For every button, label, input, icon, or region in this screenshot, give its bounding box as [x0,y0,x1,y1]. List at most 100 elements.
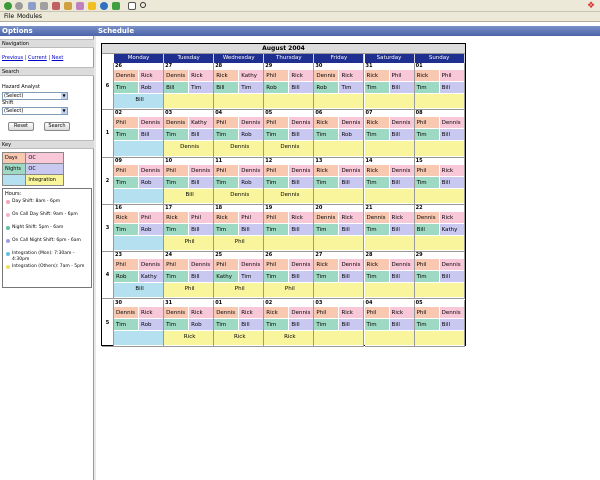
calendar-day-cell[interactable]: 21 Dennis Rick Tim Bill [364,204,415,253]
on-call-night-name: Rob [239,129,264,142]
day-shift-name: Phil [264,70,290,82]
calendar-day-cell[interactable]: 09 Phil Dennis Tim Rob [114,157,165,205]
calendar-day-cell[interactable]: 26 Phil Dennis Tim Bill Phil [264,252,315,300]
next-link[interactable]: Next [52,55,64,61]
calendar-day-cell[interactable]: 23 Phil Dennis Rob Kathy Bill [114,252,165,300]
night-shift-name: Tim [314,271,340,284]
calendar-day-cell[interactable]: 19 Phil Rick Tim Bill [264,204,315,253]
calendar-day-cell[interactable]: 15 Phil Rick Tim Bill [414,157,465,205]
on-call-day-name: Dennis [439,117,464,130]
calendar-day-cell[interactable]: 28 Rick Dennis Tim Bill [364,252,415,300]
pane-splitter[interactable] [94,36,96,480]
shift-select[interactable]: (Select) ▼ [2,107,68,115]
calendar-day-cell[interactable]: 24 Phil Dennis Tim Bill Phil [164,252,215,300]
calendar-day-cell[interactable]: 17 Rick Phil Tim Bill Phil [164,204,215,253]
calendar-day-cell[interactable]: 05 Phil Dennis Tim Bill Dennis [264,110,315,158]
calendar-day-cell[interactable]: 31 Dennis Rick Tim Rob Rick [164,299,215,347]
calendar-day-cell[interactable]: 02 Rick Dennis Tim Bill Rick [264,299,315,347]
night-shift-name: Tim [414,129,440,142]
day-number: 01 [415,63,423,69]
calendar-day-cell[interactable]: 01 Dennis Rick Tim Bill Rick [214,299,265,347]
on-call-day-name: Rick [439,211,464,224]
previous-link[interactable]: Previous [2,55,23,61]
integration-name [364,141,414,157]
calendar-day-cell[interactable]: 27 Rick Dennis Tim Bill [314,252,365,300]
print-icon[interactable] [40,2,48,10]
menu-file[interactable]: File [4,13,14,21]
calendar-day-cell[interactable]: 10 Phil Dennis Tim Bill Bill [164,157,215,205]
calendar-day-cell[interactable]: 02 Phil Dennis Tim Bill [114,110,165,158]
calendar-day-cell[interactable]: 04 Phil Rick Tim Bill [364,299,415,347]
on-call-day-name: Rick [339,211,364,224]
reset-button[interactable]: Reset [8,122,34,131]
window-icon[interactable] [128,2,136,10]
calendar-day-cell[interactable]: 14 Rick Dennis Tim Bill [364,157,415,205]
calendar-day-cell[interactable]: 06 Rick Dennis Tim Rob [314,110,365,158]
calendar-day-cell[interactable]: 04 Phil Dennis Tim Rob Dennis [214,110,265,158]
refresh-icon[interactable] [28,2,36,10]
calendar-day-cell[interactable]: 16 Rick Phil Tim Rob [114,204,165,253]
hours-item: On Call Night Shift: 6pm - 6am [5,238,89,251]
hazard-analyst-select[interactable]: (Select) ▼ [2,92,68,100]
day-number: 30 [315,63,323,69]
calendar-day-cell[interactable]: 07 Rick Dennis Tim Bill [364,110,415,158]
night-shift-name: Tim [264,223,290,236]
integration-name [164,94,214,110]
current-link[interactable]: Current [28,55,47,61]
calendar-day-cell[interactable]: 11 Phil Dennis Tim Rob Dennis [214,157,265,205]
integration-name [314,94,364,110]
day-shift-name: Rick [164,211,190,224]
calendar-day-cell[interactable]: 13 Rick Dennis Tim Bill [314,157,365,205]
search-icon[interactable] [140,2,146,8]
calendar-day-cell[interactable]: 20 Dennis Rick Tim Bill [314,204,365,253]
night-shift-name: Tim [164,176,190,189]
settings-icon[interactable] [64,2,72,10]
on-call-night-name: Bill [189,223,214,236]
star-icon[interactable] [88,2,96,10]
calendar-day-cell[interactable]: 31 Rick Phil Tim Bill [364,63,415,111]
on-call-night-name: Kathy [139,271,164,284]
calendar-day-cell[interactable]: 25 Phil Dennis Kathy Tim Phil [214,252,265,300]
calendar-day-cell[interactable]: 28 Rick Kathy Bill Tim [214,63,265,111]
calendar-day-cell[interactable]: 03 Dennis Kathy Tim Bill Dennis [164,110,215,158]
on-call-night-name: Bill [289,223,314,236]
key-nights-label: Nights [1,163,27,175]
day-number: 13 [315,157,323,164]
calendar-day-cell[interactable]: 30 Dennis Rick Rob Tim [314,63,365,111]
on-call-day-name: Dennis [189,164,214,177]
on-call-day-name: Dennis [239,164,264,177]
integration-name [414,235,464,252]
calendar-day-cell[interactable]: 29 Phil Dennis Tim Bill [414,252,465,300]
calendar-day-cell[interactable]: 08 Phil Dennis Tim Bill [414,110,465,158]
calendar-day-cell[interactable]: 27 Dennis Rick Bill Tim [164,63,215,111]
chart-icon[interactable] [52,2,60,10]
calendar-day-cell[interactable]: 03 Phil Rick Tim Bill [314,299,365,347]
integration-name: Dennis [264,188,314,204]
night-shift-name: Tim [214,176,240,189]
calendar-day-cell[interactable]: 30 Dennis Rick Tim Rob [114,299,165,347]
calendar-day-cell[interactable]: 22 Dennis Rick Bill Kathy [414,204,465,253]
calendar-day-cell[interactable]: 05 Phil Dennis Tim Bill [414,299,465,347]
shift-value: (Select) [4,108,24,114]
back-icon[interactable] [4,2,12,10]
day-header: Friday [314,54,365,63]
day-header: Saturday [364,54,415,63]
day-shift-name: Rick [214,70,240,82]
forward-icon[interactable] [15,2,23,10]
on-call-day-name: Dennis [289,306,314,319]
hazard-analyst-value: (Select) [4,93,24,99]
calendar-day-cell[interactable]: 12 Phil Dennis Tim Bill Dennis [264,157,315,205]
globe-icon[interactable] [100,2,108,10]
calendar-day-cell[interactable]: 01 Rick Phil Tim Bill [414,63,465,111]
palette-icon[interactable] [76,2,84,10]
on-call-day-name: Phil [389,70,414,82]
on-call-night-name: Bill [389,82,414,94]
integration-name: Bill [164,188,214,204]
home-icon[interactable] [112,2,120,10]
calendar-day-cell[interactable]: 29 Phil Rick Rob Bill [264,63,315,111]
calendar-day-cell[interactable]: 26 Dennis Rick Tim Rob Bill [114,63,165,111]
search-button[interactable]: Search [44,122,70,131]
day-shift-name: Phil [264,164,290,177]
menu-modules[interactable]: Modules [17,13,42,21]
calendar-day-cell[interactable]: 18 Rick Phil Tim Bill Phil [214,204,265,253]
